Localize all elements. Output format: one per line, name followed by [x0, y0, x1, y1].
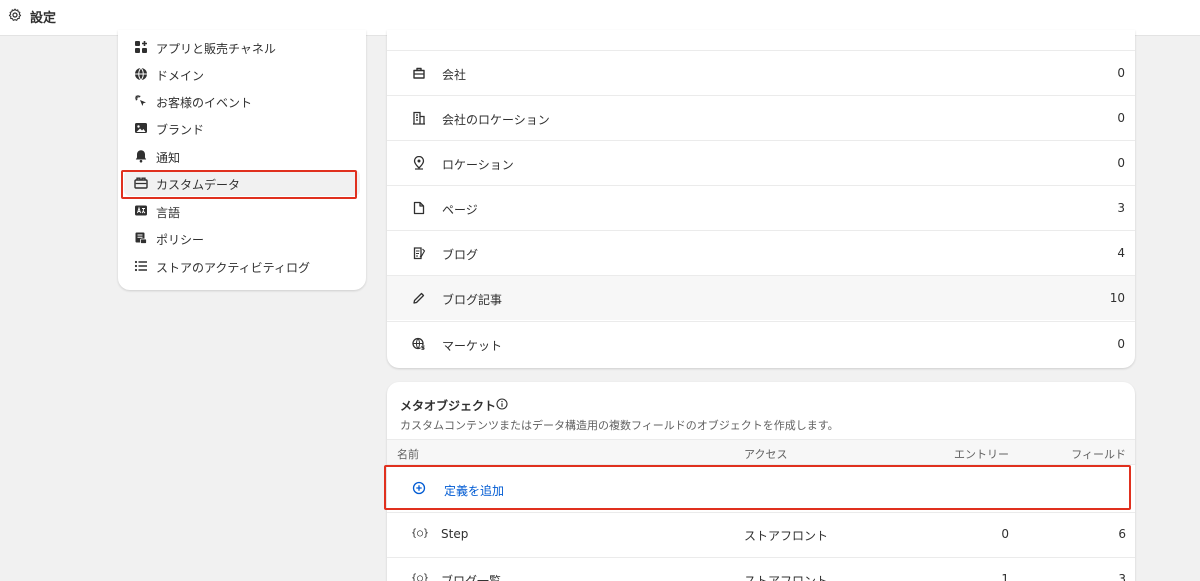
metafield-row-location[interactable]: ロケーション 0 [387, 140, 1135, 185]
blog-icon [413, 247, 426, 260]
table-row[interactable]: {○} Step ストアフロント 0 6 [387, 512, 1135, 556]
table-header: 名前 アクセス エントリー フィールド [387, 439, 1135, 465]
highlight-box-add-definition [384, 465, 1131, 510]
metafield-row-market[interactable]: マーケット 0 [387, 321, 1135, 366]
sidebar-item-activity-log[interactable]: ストアのアクティビティログ [124, 253, 360, 279]
metafield-label: ロケーション [442, 158, 514, 172]
metaobjects-description: カスタムコンテンツまたはデータ構造用の複数フィールドのオブジェクトを作成します。 [400, 419, 839, 432]
metafield-count: 0 [1117, 337, 1125, 351]
info-icon[interactable] [496, 398, 508, 410]
company-icon [413, 67, 425, 79]
globe-icon [135, 67, 147, 81]
location-pin-icon [413, 156, 425, 170]
metafield-label: ブログ記事 [442, 293, 503, 307]
sidebar-item-label: ドメイン [156, 69, 205, 83]
metafield-label: ページ [442, 203, 478, 217]
page-title: 設定 [30, 11, 57, 26]
metafield-row-page[interactable]: ページ 3 [387, 185, 1135, 230]
metafield-count: 10 [1109, 291, 1125, 305]
pencil-icon [413, 292, 425, 304]
image-icon [135, 123, 147, 133]
sidebar-item-customer-events[interactable]: お客様のイベント [124, 88, 360, 114]
metaobject-fields: 6 [1118, 527, 1126, 541]
sidebar-item-label: ポリシー [156, 233, 205, 247]
sidebar-item-label: 通知 [156, 151, 181, 165]
metaobject-icon: {○} [411, 528, 430, 539]
settings-sidebar: アプリと販売チャネル ドメイン お客様のイベント ブランド 通知 カスタムデータ… [118, 30, 366, 290]
metaobject-name: ブログ一覧 [441, 574, 502, 581]
policy-icon [135, 232, 147, 244]
sidebar-item-apps[interactable]: アプリと販売チャネル [124, 34, 360, 60]
table-row[interactable]: {○} ブログ一覧 ストアフロント 1 3 [387, 557, 1135, 581]
metafield-count: 0 [1117, 156, 1125, 170]
sidebar-item-label: ブランド [156, 123, 205, 137]
metaobject-access: ストアフロント [744, 574, 829, 581]
metafield-row-company-location[interactable]: 会社のロケーション 0 [387, 95, 1135, 140]
building-icon [413, 111, 425, 125]
metaobject-entries: 1 [1001, 572, 1009, 581]
metaobject-icon: {○} [411, 573, 430, 581]
globe-dollar-icon [412, 337, 426, 351]
sidebar-item-label: ストアのアクティビティログ [156, 261, 310, 275]
sidebar-item-languages[interactable]: 言語 [124, 198, 360, 224]
bell-icon [135, 150, 147, 163]
sidebar-item-label: アプリと販売チャネル [156, 42, 276, 56]
metafield-label: ブログ [442, 248, 479, 262]
metafield-label: マーケット [442, 339, 503, 353]
metafields-card: 会社 0 会社のロケーション 0 ロケーション 0 ページ 3 ブログ 4 ブロ… [387, 30, 1135, 368]
column-header-fields: フィールド [1071, 448, 1126, 461]
page-icon [413, 201, 425, 215]
metaobject-name: Step [441, 527, 469, 541]
metaobject-fields: 3 [1118, 572, 1126, 581]
column-header-name: 名前 [397, 448, 419, 461]
gear-icon [8, 8, 22, 21]
metafield-row-company[interactable]: 会社 0 [387, 50, 1135, 95]
sidebar-item-policies[interactable]: ポリシー [124, 225, 360, 251]
sidebar-item-domains[interactable]: ドメイン [124, 61, 360, 87]
metafield-count: 3 [1117, 201, 1125, 215]
column-header-entries: エントリー [954, 448, 1009, 461]
highlight-box-custom-data [121, 170, 357, 199]
metafield-row-blog[interactable]: ブログ 4 [387, 230, 1135, 275]
sidebar-item-brand[interactable]: ブランド [124, 115, 360, 141]
sidebar-item-label: お客様のイベント [156, 96, 253, 110]
metafield-label: 会社 [442, 68, 467, 82]
metaobjects-title: メタオブジェクト [400, 399, 497, 413]
metafield-row-blog-post[interactable]: ブログ記事 10 [387, 275, 1135, 320]
metaobject-entries: 0 [1001, 527, 1009, 541]
sidebar-item-notifications[interactable]: 通知 [124, 143, 360, 169]
column-header-access: アクセス [744, 448, 788, 461]
metafield-count: 0 [1117, 66, 1125, 80]
metaobject-access: ストアフロント [744, 529, 829, 543]
sidebar-item-label: 言語 [156, 206, 181, 220]
cursor-click-icon [135, 95, 146, 106]
metafield-label: 会社のロケーション [442, 113, 550, 127]
metafield-count: 0 [1117, 111, 1125, 125]
metafield-count: 4 [1117, 246, 1125, 260]
list-icon [134, 260, 147, 272]
apps-icon [135, 41, 147, 53]
language-icon [135, 205, 147, 216]
